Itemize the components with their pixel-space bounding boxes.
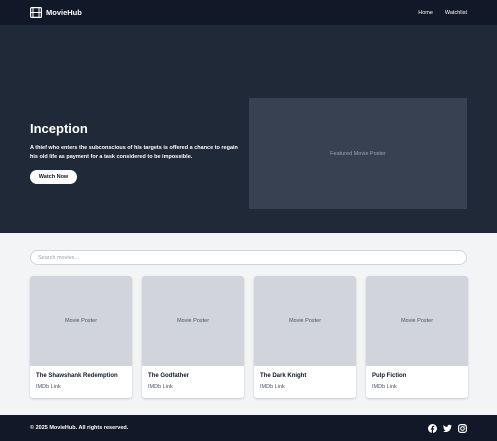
brand-name: MovieHub — [46, 8, 82, 17]
movie-card[interactable]: Movie Poster The Dark Knight IMDb Link — [254, 276, 356, 398]
hero-title: Inception — [30, 121, 88, 136]
footer: © 2025 MovieHub. All rights reserved. — [0, 415, 497, 441]
twitter-icon[interactable] — [443, 424, 452, 433]
brand[interactable]: MovieHub — [30, 7, 82, 18]
movie-poster: Movie Poster — [366, 276, 468, 366]
movie-title: The Godfather — [148, 373, 190, 379]
movie-poster: Movie Poster — [30, 276, 132, 366]
movie-poster-label: Movie Poster — [176, 318, 210, 324]
nav-links: Home Watchlist — [418, 10, 467, 16]
movie-card[interactable]: Movie Poster Pulp Fiction IMDb Link — [366, 276, 468, 398]
movie-poster: Movie Poster — [142, 276, 244, 366]
movie-poster: Movie Poster — [254, 276, 356, 366]
imdb-link[interactable]: IMDb Link — [36, 384, 61, 390]
imdb-link[interactable]: IMDb Link — [148, 384, 173, 390]
movie-card[interactable]: Movie Poster The Shawshank Redemption IM… — [30, 276, 132, 398]
movie-list-section: Movie Poster The Shawshank Redemption IM… — [0, 233, 497, 415]
imdb-link[interactable]: IMDb Link — [372, 384, 397, 390]
facebook-icon[interactable] — [428, 423, 437, 433]
featured-poster[interactable]: Featured Movie Poster — [249, 98, 467, 209]
nav-link-home[interactable]: Home — [418, 10, 433, 16]
copyright-text: © 2025 MovieHub. All rights reserved. — [30, 425, 129, 431]
imdb-link[interactable]: IMDb Link — [260, 384, 285, 390]
movie-title: The Shawshank Redemption — [36, 373, 118, 379]
instagram-icon[interactable] — [458, 423, 467, 433]
movie-poster-label: Movie Poster — [64, 318, 98, 324]
featured-poster-label: Featured Movie Poster — [330, 150, 386, 157]
social-links — [428, 423, 467, 433]
movie-title: Pulp Fiction — [372, 373, 407, 379]
movie-poster-label: Movie Poster — [288, 318, 322, 324]
film-icon — [30, 7, 42, 18]
search-input[interactable] — [30, 250, 467, 265]
watch-now-button[interactable]: Watch Now — [30, 170, 77, 184]
movie-card[interactable]: Movie Poster The Godfather IMDb Link — [142, 276, 244, 398]
hero-description: A thief who enters the subconscious of h… — [30, 145, 238, 160]
movie-poster-label: Movie Poster — [400, 318, 434, 324]
navbar: MovieHub Home Watchlist — [0, 0, 497, 25]
movie-title: The Dark Knight — [260, 373, 307, 379]
nav-link-watchlist[interactable]: Watchlist — [445, 10, 467, 16]
hero-section: Inception A thief who enters the subcons… — [0, 25, 497, 233]
